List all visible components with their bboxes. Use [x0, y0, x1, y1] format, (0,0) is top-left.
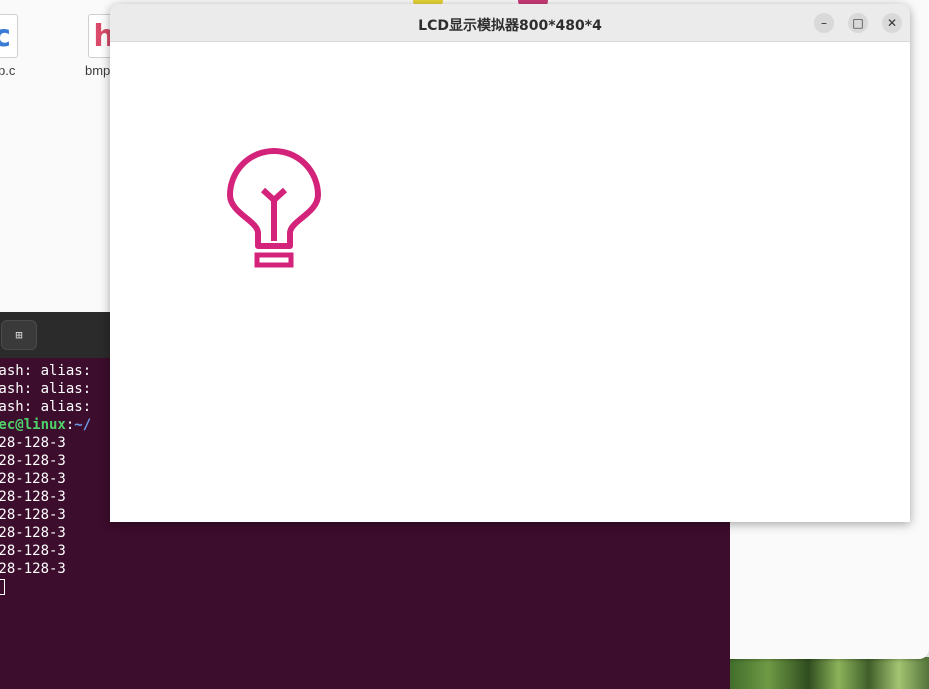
- prompt-path: ~/: [74, 417, 92, 433]
- maximize-button[interactable]: □: [848, 13, 868, 33]
- desktop-wallpaper: [728, 657, 929, 689]
- c-source-file-icon[interactable]: c: [0, 14, 18, 58]
- lcd-display-canvas[interactable]: [110, 42, 910, 522]
- terminal-line: 128-128-3: [0, 525, 66, 541]
- lcd-simulator-window[interactable]: LCD显示模拟器800*480*4 – □ ✕: [110, 4, 910, 522]
- file-label[interactable]: p.c: [0, 63, 15, 78]
- window-titlebar[interactable]: LCD显示模拟器800*480*4 – □ ✕: [110, 4, 910, 42]
- window-title: LCD显示模拟器800*480*4: [418, 18, 602, 34]
- prompt-user: gec@linux: [0, 417, 66, 433]
- lightbulb-icon: [227, 148, 321, 268]
- text-cursor: [0, 579, 5, 595]
- terminal-cursor-line: [0, 578, 730, 596]
- close-button[interactable]: ✕: [882, 13, 902, 33]
- terminal-line: 128-128-3: [0, 543, 66, 559]
- minimize-button[interactable]: –: [814, 13, 834, 33]
- file-label[interactable]: bmp: [85, 63, 110, 78]
- terminal-line: 128-128-3: [0, 561, 66, 577]
- new-tab-button[interactable]: ⊞: [1, 320, 37, 350]
